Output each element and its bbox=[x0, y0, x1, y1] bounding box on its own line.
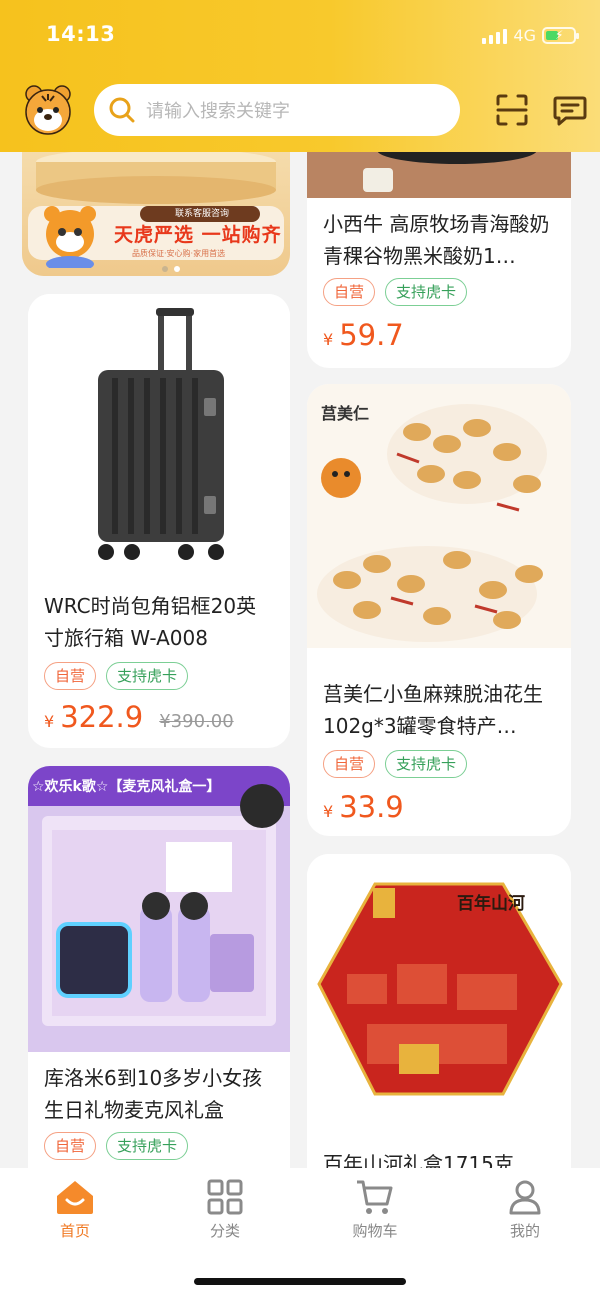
product-feed: 联系客服咨询 天虎严选 一站购齐 品质保证·安心购·家用首选 小西牛 高原牧场青… bbox=[0, 0, 600, 1298]
original-price: ¥390.00 bbox=[159, 711, 234, 732]
product-image bbox=[307, 854, 571, 1124]
network-type: 4G bbox=[513, 26, 536, 45]
tab-profile[interactable]: 我的 bbox=[475, 1178, 575, 1241]
brand-logo: 百年山河 bbox=[457, 894, 525, 914]
self-operated-tag: 自营 bbox=[44, 1132, 97, 1160]
product-price: 322.9 bbox=[60, 700, 144, 734]
tab-category[interactable]: 分类 bbox=[175, 1178, 275, 1241]
battery-icon: ⚡ bbox=[542, 27, 579, 44]
signal-icon bbox=[482, 28, 508, 44]
home-indicator bbox=[194, 1278, 406, 1285]
tiger-mascot-icon bbox=[44, 206, 96, 268]
tiger-card-tag: 支持虎卡 bbox=[385, 278, 468, 306]
cart-icon bbox=[357, 1180, 393, 1214]
product-title: 库洛米6到10多岁小女孩生日礼物麦克风礼盒 bbox=[44, 1066, 263, 1122]
app-header: 14:13 4G ⚡ 请输入搜索关键字 bbox=[0, 0, 600, 152]
tab-label: 首页 bbox=[59, 1222, 90, 1240]
tab-label: 购物车 bbox=[352, 1222, 398, 1240]
product-image bbox=[28, 294, 290, 574]
product-card[interactable]: WRC时尚包角铝框20英寸旅行箱 W-A008 自营 支持虎卡 ¥ 322.9 … bbox=[28, 294, 290, 748]
tiger-logo-icon[interactable] bbox=[22, 84, 74, 136]
self-operated-tag: 自营 bbox=[44, 662, 97, 690]
product-card[interactable]: 百年山河 百年山河礼盒1715克 bbox=[307, 854, 571, 1206]
self-operated-tag: 自营 bbox=[323, 750, 376, 778]
product-image bbox=[28, 766, 290, 1052]
product-card[interactable]: 莒美仁 莒美仁小鱼麻辣脱油花生102g*3罐零食特产… 自营 支持虎卡 ¥ 33… bbox=[307, 384, 571, 836]
banner-slogan: 天虎严选 一站购齐 bbox=[114, 224, 282, 246]
tab-home[interactable]: 首页 bbox=[25, 1178, 125, 1241]
status-time: 14:13 bbox=[46, 22, 116, 46]
product-price: 33.9 bbox=[339, 790, 404, 824]
promo-badge: ☆欢乐k歌☆【麦克风礼盒一】 bbox=[32, 779, 221, 795]
tab-label: 分类 bbox=[209, 1222, 240, 1240]
person-icon bbox=[509, 1180, 541, 1215]
product-title: 莒美仁小鱼麻辣脱油花生102g*3罐零食特产… bbox=[323, 682, 543, 738]
product-price: 59.7 bbox=[339, 318, 404, 352]
grid-icon bbox=[207, 1179, 243, 1215]
tab-label: 我的 bbox=[509, 1222, 540, 1240]
brand-logo: 莒美仁 bbox=[321, 404, 370, 423]
home-icon bbox=[57, 1181, 93, 1214]
self-operated-tag: 自营 bbox=[323, 278, 376, 306]
banner-subtitle: 品质保证·安心购·家用首选 bbox=[132, 249, 226, 258]
search-icon bbox=[109, 97, 135, 123]
scan-icon[interactable] bbox=[494, 92, 530, 128]
search-input[interactable]: 请输入搜索关键字 bbox=[146, 97, 290, 123]
carousel-dots bbox=[162, 266, 180, 272]
message-icon[interactable] bbox=[552, 92, 588, 128]
search-bar[interactable]: 请输入搜索关键字 bbox=[94, 84, 460, 136]
status-bar: 14:13 4G ⚡ bbox=[46, 22, 579, 50]
product-card[interactable]: ☆欢乐k歌☆【麦克风礼盒一】 库洛米6到10多岁小女孩生日礼物麦克风礼盒 自营 … bbox=[28, 766, 290, 1206]
tab-cart[interactable]: 购物车 bbox=[325, 1178, 425, 1241]
tiger-card-tag: 支持虎卡 bbox=[385, 750, 468, 778]
product-title: WRC时尚包角铝框20英寸旅行箱 W-A008 bbox=[44, 594, 257, 650]
tiger-card-tag: 支持虎卡 bbox=[106, 1132, 189, 1160]
product-title: 小西牛 高原牧场青海酸奶青稞谷物黑米酸奶1… bbox=[323, 212, 550, 268]
tiger-card-tag: 支持虎卡 bbox=[106, 662, 189, 690]
